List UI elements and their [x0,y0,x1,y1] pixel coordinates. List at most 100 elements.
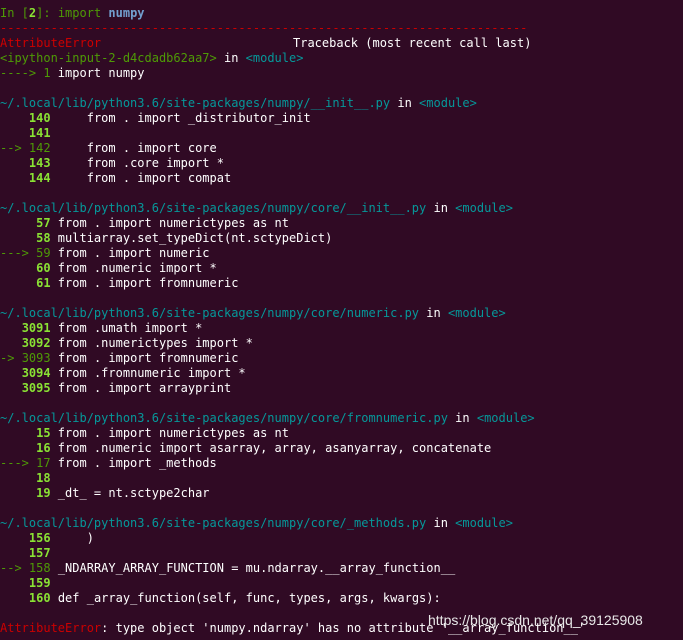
code-text: ) [50,531,94,545]
code-text: from . import arrayprint [50,381,232,395]
line-arrow: -> [0,351,22,365]
line-prefix [0,126,29,140]
line-number: 3095 [21,381,51,395]
line-arrow: --> [0,561,29,575]
command-module: numpy [108,6,145,20]
frame-path: ~/.local/lib/python3.6/site-packages/num… [0,201,513,215]
code-line-current: ---> 17 from . import _methods [0,456,217,471]
code-text: from .numeric import asarray, array, asa… [50,441,492,455]
module-label: <module> [419,96,477,110]
file-path: ~/.local/lib/python3.6/site-packages/num… [0,201,427,215]
error-header: AttributeError Traceback (most recent cal… [0,36,531,51]
code-text: from . import core [50,141,217,155]
code-line: 58 multiarray.set_typeDict(nt.sctypeDict… [0,231,332,246]
code-line: 156 ) [0,531,94,546]
line-arrow: ----> 1 [0,66,58,80]
line-prefix [0,576,29,590]
code-text: from . import fromnumeric [50,276,239,290]
line-number: 18 [36,471,51,485]
line-number: 140 [28,111,51,125]
line-prefix [0,591,29,605]
line-number: 16 [36,441,51,455]
frame-path: ~/.local/lib/python3.6/site-packages/num… [0,411,535,425]
code-text: from . import numerictypes as nt [50,426,289,440]
input-file: <ipython-input-2-d4cdadb62aa7> [0,51,217,65]
frame-path: ~/.local/lib/python3.6/site-packages/num… [0,96,477,110]
line-number: 3094 [21,366,51,380]
line-number: 15 [36,426,51,440]
line-number: 158 [28,561,51,575]
code-line: 3095 from . import arrayprint [0,381,232,396]
code-line: 18 [0,471,51,486]
code-line: 159 [0,576,51,591]
input-line: ----> 1 import numpy [0,66,145,81]
line-prefix [0,426,36,440]
line-number: 3093 [21,351,51,365]
code-line: 60 from .numeric import * [0,261,217,276]
code-line-current: --> 142 from . import core [0,141,217,156]
line-number: 58 [36,231,51,245]
line-prefix [0,276,36,290]
code-text: def _array_function(self, func, types, a… [50,591,441,605]
in-word: in [216,51,246,65]
line-prefix [0,231,36,245]
code-text: from .core import * [50,156,224,170]
line-number: 19 [36,486,51,500]
line-number: 57 [36,216,51,230]
line-number: 159 [28,576,51,590]
module-label: <module> [455,201,513,215]
line-number: 142 [28,141,51,155]
line-prefix [0,156,29,170]
code-text: import numpy [57,66,145,80]
code-line: 140 from . import _distributor_init [0,111,311,126]
code-text: from . import _methods [50,456,217,470]
file-path: ~/.local/lib/python3.6/site-packages/num… [0,516,427,530]
line-prefix [0,336,22,350]
code-line-current: -> 3093 from . import fromnumeric [0,351,238,366]
line-arrow: --> [0,141,29,155]
line-arrow: ---> [0,456,37,470]
line-prefix [0,531,29,545]
code-text: _NDARRAY_ARRAY_FUNCTION = mu.ndarray.__a… [50,561,456,575]
code-line: 157 [0,546,51,561]
command-keyword: import [57,6,109,20]
code-line: 19 _dt_ = nt.sctype2char [0,486,209,501]
code-line-current: --> 158 _NDARRAY_ARRAY_FUNCTION = mu.nda… [0,561,455,576]
line-arrow: ---> [0,246,37,260]
code-line-current: ---> 59 from . import numeric [0,246,210,261]
frame-path: ~/.local/lib/python3.6/site-packages/num… [0,516,513,530]
line-prefix [0,111,29,125]
line-prefix [0,546,29,560]
line-number: 157 [28,546,51,560]
terminal-window[interactable]: In [2]: import numpy -------------------… [0,0,683,640]
line-number: 156 [28,531,51,545]
code-line: 16 from .numeric import asarray, array, … [0,441,491,456]
file-path: ~/.local/lib/python3.6/site-packages/num… [0,411,448,425]
traceback-label: Traceback (most recent call last) [293,36,532,50]
frame-path: ~/.local/lib/python3.6/site-packages/num… [0,306,506,320]
code-text: multiarray.set_typeDict(nt.sctypeDict) [50,231,333,245]
prompt-close: ]: [36,6,58,20]
line-prefix [0,381,22,395]
line-number: 61 [36,276,51,290]
code-line: 160 def _array_function(self, func, type… [0,591,441,606]
code-text: from . import compat [50,171,232,185]
code-text: from .numerictypes import * [50,336,253,350]
line-number: 17 [36,456,51,470]
line-number: 144 [28,171,51,185]
separator-line: ----------------------------------------… [0,21,528,35]
line-number: 60 [36,261,51,275]
line-number: 59 [36,246,51,260]
prompt-label: In [ [0,6,29,20]
code-line: 143 from .core import * [0,156,224,171]
code-text: from . import numerictypes as nt [50,216,289,230]
module-label: <module> [245,51,304,65]
line-prefix [0,471,36,485]
code-line: 144 from . import compat [0,171,231,186]
code-line: 57 from . import numerictypes as nt [0,216,289,231]
code-text: from .fromnumeric import * [50,366,246,380]
line-number: 3091 [21,321,51,335]
module-label: <module> [447,306,506,320]
code-text: from . import _distributor_init [50,111,311,125]
line-prefix [0,171,29,185]
